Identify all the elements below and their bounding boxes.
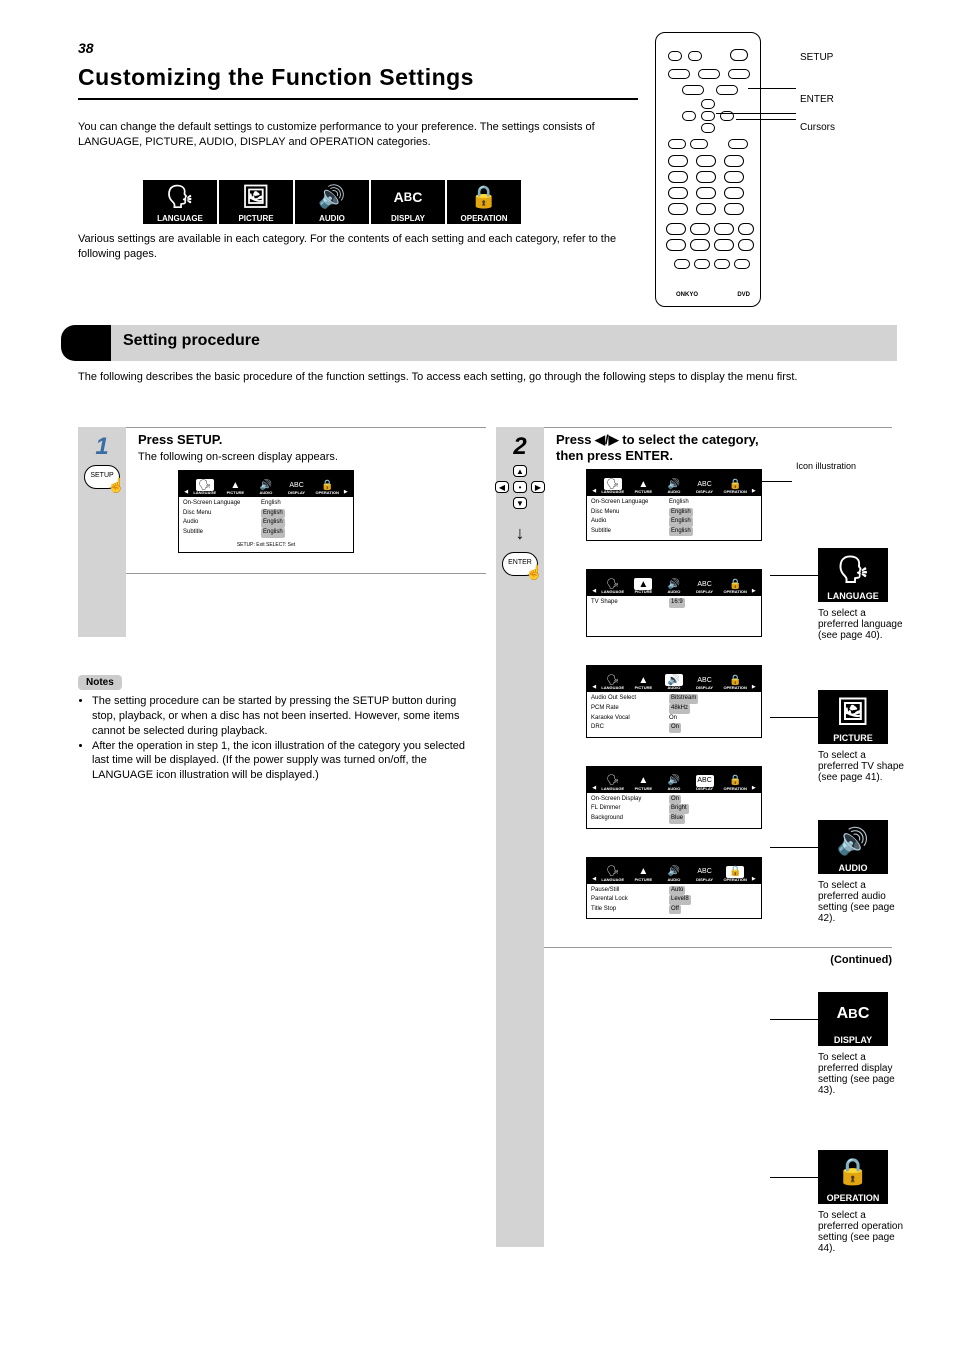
remote-label-setup: SETUP: [800, 52, 833, 63]
page-title: Customizing the Function Settings: [78, 64, 474, 91]
tab-audio: 🔊AUDIO: [252, 479, 280, 495]
audio-category-icon: 🔊AUDIO: [818, 820, 888, 874]
step-2-number: 2: [513, 433, 526, 461]
picture-icon: 🖼PICTURE: [219, 180, 293, 224]
tab-display: ABCDISPLAY: [283, 479, 311, 495]
osd-panel-step1: ◀ 🗣LANGUAGE ▲PICTURE 🔊AUDIO ABCDISPLAY 🔒…: [178, 470, 354, 552]
audio-category-desc: To select a preferred audio setting (see…: [818, 880, 908, 924]
remote-label-enter: ENTER: [800, 94, 834, 105]
osd-panel-operation: ◀ 🗣LANGUAGE ▲PICTURE 🔊AUDIO ABCDISPLAY 🔒…: [586, 857, 762, 920]
cursor-pad-graphic: ▲ ◀ • ▶ ▼: [495, 465, 545, 515]
leader-line: [770, 1177, 818, 1178]
operation-category-desc: To select a preferred operation setting …: [818, 1210, 908, 1254]
page-number: 38: [78, 40, 94, 56]
language-icon: 🗣LANGUAGE: [143, 180, 217, 224]
notes-section: Notes The setting procedure can be start…: [78, 675, 478, 783]
display-category-icon: ABCDISPLAY: [818, 992, 888, 1046]
display-category-desc: To select a preferred display setting (s…: [818, 1052, 908, 1096]
operation-icon: 🔒OPERATION: [447, 180, 521, 224]
osd-panel-audio: ◀ 🗣LANGUAGE ▲PICTURE 🔊AUDIO ABCDISPLAY 🔒…: [586, 665, 762, 737]
step-1: 1 SETUP ☝ Press SETUP. The following on-…: [78, 427, 486, 553]
note-item: After the operation in step 1, the icon …: [92, 739, 478, 784]
step-2-title: Press ◀/▶ to select the category, then p…: [556, 432, 892, 463]
tab-picture: ▲PICTURE: [221, 479, 249, 495]
section-header: Setting procedure: [61, 325, 897, 361]
section-description: The following describes the basic proced…: [78, 370, 888, 385]
language-category-desc: To select a preferred language (see page…: [818, 608, 908, 641]
remote-label-cursors: Cursors: [800, 122, 835, 133]
category-icons-row: 🗣LANGUAGE 🖼PICTURE 🔊AUDIO ABCDISPLAY 🔒OP…: [143, 180, 521, 224]
leader-enter: [716, 113, 796, 114]
step-1-title: Press SETUP.: [138, 432, 486, 447]
tab-operation: 🔒OPERATION: [313, 479, 341, 495]
picture-category-desc: To select a preferred TV shape (see page…: [818, 750, 908, 783]
language-category-icon: 🗣LANGUAGE: [818, 548, 888, 602]
intro-paragraph-2: Various settings are available in each c…: [78, 232, 638, 262]
continued-label: (Continued): [496, 954, 892, 966]
operation-category-icon: 🔒OPERATION: [818, 1150, 888, 1204]
step-1-number: 1: [95, 433, 108, 461]
enter-button-graphic: ENTER ☝: [502, 552, 538, 576]
intro-paragraph-1: You can change the default settings to c…: [78, 120, 638, 150]
note-item: The setting procedure can be started by …: [92, 694, 478, 739]
leader-line: [770, 717, 818, 718]
icon-illustration-label: Icon illustration: [796, 461, 892, 471]
osd-panel-language: ◀ 🗣LANGUAGE ▲PICTURE 🔊AUDIO ABCDISPLAY 🔒…: [586, 469, 762, 541]
remote-control-diagram: ONKYO DVD: [655, 32, 761, 307]
section-title: Setting procedure: [123, 332, 260, 350]
audio-icon: 🔊AUDIO: [295, 180, 369, 224]
leader-setup: [748, 88, 796, 89]
leader-line: [770, 575, 818, 576]
down-arrow-icon: ↓: [516, 523, 525, 544]
setup-button-graphic: SETUP ☝: [84, 465, 120, 489]
leader-cursors: [736, 119, 796, 120]
title-rule: [78, 98, 638, 100]
display-icon: ABCDISPLAY: [371, 180, 445, 224]
notes-badge: Notes: [78, 675, 122, 690]
osd-panel-display: ◀ 🗣LANGUAGE ▲PICTURE 🔊AUDIO ABCDISPLAY 🔒…: [586, 766, 762, 829]
leader-line: [770, 1019, 818, 1020]
tab-language: 🗣LANGUAGE: [191, 479, 219, 495]
osd-panel-picture: ◀ 🗣LANGUAGE ▲PICTURE 🔊AUDIO ABCDISPLAY 🔒…: [586, 569, 762, 637]
leader-line: [770, 847, 818, 848]
step-1-text: The following on-screen display appears.: [138, 450, 486, 464]
picture-category-icon: 🖼PICTURE: [818, 690, 888, 744]
